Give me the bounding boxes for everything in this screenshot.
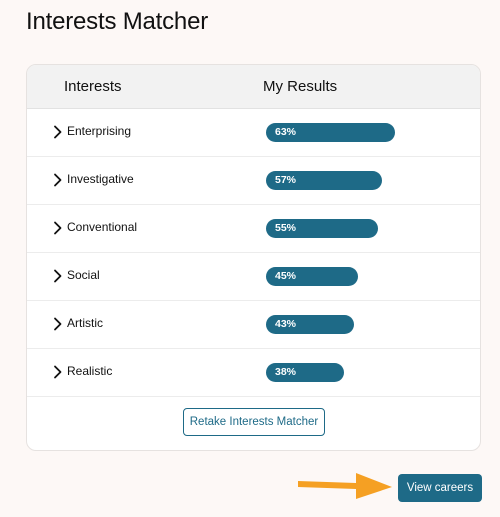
results-list: Enterprising 63% Investigative 57% Conve… [27, 109, 480, 397]
table-row[interactable]: Investigative 57% [27, 157, 480, 205]
result-percent: 63% [275, 126, 297, 138]
result-bar: 43% [266, 315, 470, 334]
result-bar: 55% [266, 219, 470, 238]
result-bar-fill: 63% [266, 123, 395, 142]
row-label: Investigative [67, 172, 134, 186]
result-percent: 57% [275, 174, 297, 186]
row-label: Conventional [67, 220, 138, 234]
result-bar: 38% [266, 363, 470, 382]
table-row[interactable]: Social 45% [27, 253, 480, 301]
chevron-right-icon[interactable] [51, 365, 65, 379]
row-label: Social [67, 268, 100, 282]
result-percent: 38% [275, 366, 297, 378]
results-card: Interests My Results Enterprising 63% In… [26, 64, 481, 451]
table-header: Interests My Results [27, 65, 480, 109]
result-bar: 63% [266, 123, 470, 142]
arrow-right-icon [298, 473, 392, 499]
chevron-right-icon[interactable] [51, 269, 65, 283]
column-header-interests: Interests [64, 78, 122, 95]
column-header-my-results: My Results [263, 78, 338, 95]
result-percent: 43% [275, 318, 297, 330]
result-bar-fill: 55% [266, 219, 379, 238]
table-row[interactable]: Realistic 38% [27, 349, 480, 397]
table-row[interactable]: Conventional 55% [27, 205, 480, 253]
result-percent: 55% [275, 222, 297, 234]
result-bar-fill: 57% [266, 171, 383, 190]
result-bar-fill: 45% [266, 267, 358, 286]
row-label: Artistic [67, 316, 103, 330]
retake-interests-matcher-button[interactable]: Retake Interests Matcher [183, 408, 325, 436]
view-careers-button[interactable]: View careers [398, 474, 482, 502]
row-label: Enterprising [67, 124, 132, 138]
chevron-right-icon[interactable] [51, 317, 65, 331]
table-row[interactable]: Enterprising 63% [27, 109, 480, 157]
result-bar-fill: 38% [266, 363, 344, 382]
result-bar: 57% [266, 171, 470, 190]
result-bar: 45% [266, 267, 470, 286]
result-percent: 45% [275, 270, 297, 282]
chevron-right-icon[interactable] [51, 173, 65, 187]
chevron-right-icon[interactable] [51, 125, 65, 139]
page-title: Interests Matcher [26, 8, 209, 35]
table-row[interactable]: Artistic 43% [27, 301, 480, 349]
row-label: Realistic [67, 364, 113, 378]
chevron-right-icon[interactable] [51, 221, 65, 235]
result-bar-fill: 43% [266, 315, 354, 334]
